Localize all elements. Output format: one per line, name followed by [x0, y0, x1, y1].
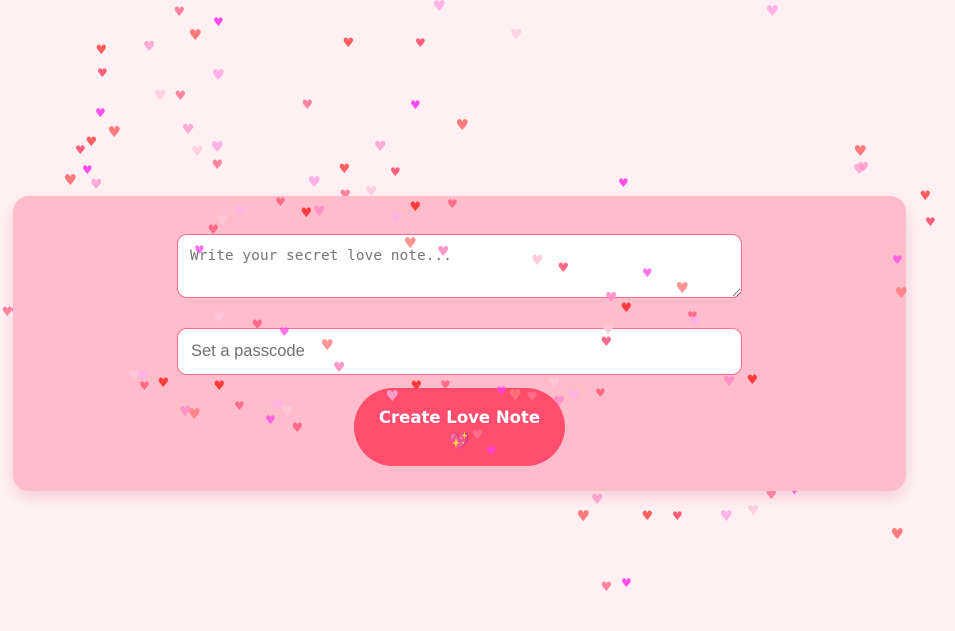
heart-icon: ♥ [374, 139, 387, 155]
heart-icon: ♥ [919, 188, 932, 204]
heart-icon: ♥ [173, 4, 186, 20]
heart-icon: ♥ [410, 98, 421, 112]
heart-icon: ♥ [857, 160, 870, 176]
heart-icon: ♥ [600, 579, 613, 595]
heart-icon: ♥ [211, 65, 225, 84]
sparkling-heart-icon: 💖 [448, 432, 471, 452]
create-button-label: Create Love Note [378, 408, 541, 427]
heart-icon: ♥ [591, 492, 604, 508]
heart-icon: ♥ [154, 88, 167, 104]
heart-icon: ♥ [765, 1, 779, 20]
create-love-note-button[interactable]: Create Love Note 💖 [354, 388, 565, 466]
heart-icon: ♥ [415, 36, 426, 50]
heart-icon: ♥ [95, 106, 106, 120]
heart-icon: ♥ [925, 215, 936, 229]
heart-icon: ♥ [1, 304, 14, 320]
heart-icon: ♥ [95, 42, 108, 58]
heart-icon: ♥ [307, 172, 321, 191]
heart-icon: ♥ [188, 25, 202, 44]
heart-icon: ♥ [890, 524, 904, 543]
heart-icon: ♥ [213, 15, 224, 29]
heart-icon: ♥ [455, 115, 469, 134]
heart-icon: ♥ [641, 508, 654, 524]
heart-icon: ♥ [90, 177, 103, 193]
heart-icon: ♥ [107, 122, 121, 141]
heart-icon: ♥ [82, 163, 93, 177]
heart-icon: ♥ [576, 506, 590, 525]
heart-icon: ♥ [191, 144, 204, 160]
heart-icon: ♥ [390, 165, 401, 179]
heart-icon: ♥ [618, 176, 629, 190]
heart-icon: ♥ [63, 170, 77, 189]
heart-icon: ♥ [719, 506, 733, 525]
heart-icon: ♥ [301, 97, 314, 113]
heart-icon: ♥ [85, 134, 98, 150]
heart-icon: ♥ [338, 161, 351, 177]
heart-icon: ♥ [174, 88, 187, 104]
heart-icon: ♥ [853, 141, 867, 160]
heart-icon: ♥ [342, 35, 355, 51]
heart-icon: ♥ [747, 503, 760, 519]
love-note-textarea[interactable] [177, 234, 742, 298]
heart-icon: ♥ [672, 509, 683, 523]
passcode-input[interactable] [177, 328, 742, 375]
heart-icon: ♥ [143, 39, 156, 55]
page-background: ♥ ♥ ♥ ♥ ♥ ♥ ♥ ♥ ♥ ♥ ♥ ♥ ♥ ♥ ♥ ♥ ♥ ♥ ♥ ♥ ♥ ♥ ♥ ♥ ♥ ♥ ♥ ♥ ♥ ♥ ♥ ♥ ♥ ♥ ♥ ♥ ♥ ♥ ♥ ♥… [0, 0, 955, 631]
heart-icon: ♥ [97, 66, 108, 80]
heart-icon: ♥ [75, 143, 86, 157]
heart-icon: ♥ [853, 162, 866, 178]
heart-icon: ♥ [210, 137, 224, 156]
heart-icon: ♥ [621, 576, 632, 590]
heart-icon: ♥ [510, 27, 523, 43]
heart-icon: ♥ [432, 0, 446, 15]
heart-icon: ♥ [211, 157, 224, 173]
heart-icon: ♥ [182, 122, 195, 138]
